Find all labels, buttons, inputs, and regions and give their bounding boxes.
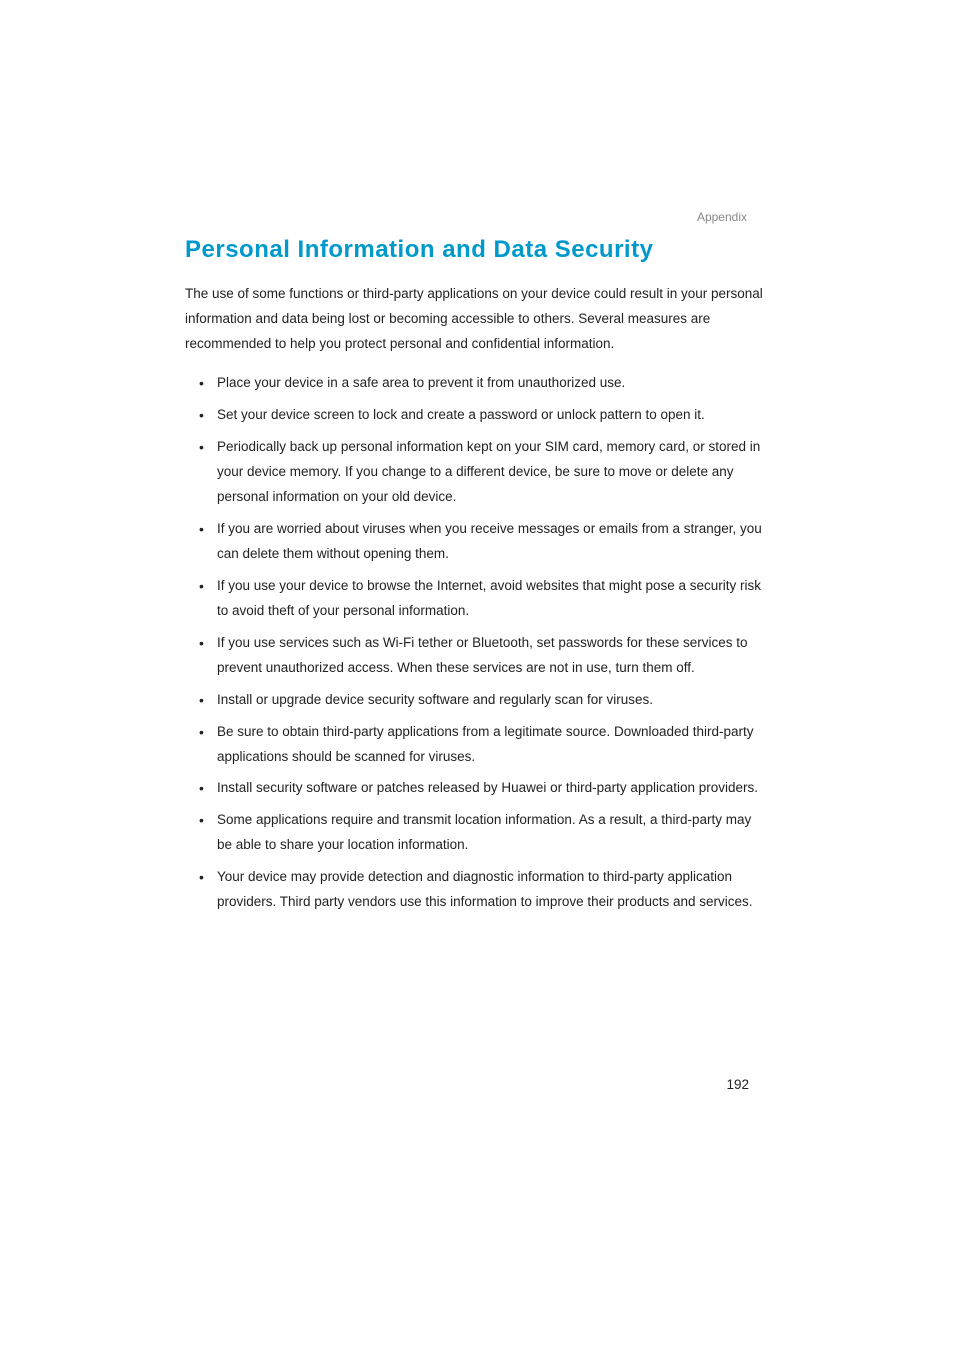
page-title: Personal Information and Data Security bbox=[185, 236, 769, 264]
list-item: Periodically back up personal informatio… bbox=[199, 435, 769, 510]
bullet-list: Place your device in a safe area to prev… bbox=[185, 371, 769, 915]
list-item: Install or upgrade device security softw… bbox=[199, 688, 769, 713]
section-label: Appendix bbox=[185, 210, 769, 224]
list-item: Place your device in a safe area to prev… bbox=[199, 371, 769, 396]
intro-paragraph: The use of some functions or third-party… bbox=[185, 282, 769, 357]
list-item: Install security software or patches rel… bbox=[199, 776, 769, 801]
list-item: Your device may provide detection and di… bbox=[199, 865, 769, 915]
list-item: Some applications require and transmit l… bbox=[199, 808, 769, 858]
list-item: If you use your device to browse the Int… bbox=[199, 574, 769, 624]
list-item: If you use services such as Wi-Fi tether… bbox=[199, 631, 769, 681]
document-page: Appendix Personal Information and Data S… bbox=[0, 0, 954, 915]
list-item: If you are worried about viruses when yo… bbox=[199, 517, 769, 567]
page-number: 192 bbox=[726, 1077, 749, 1092]
list-item: Be sure to obtain third-party applicatio… bbox=[199, 720, 769, 770]
list-item: Set your device screen to lock and creat… bbox=[199, 403, 769, 428]
